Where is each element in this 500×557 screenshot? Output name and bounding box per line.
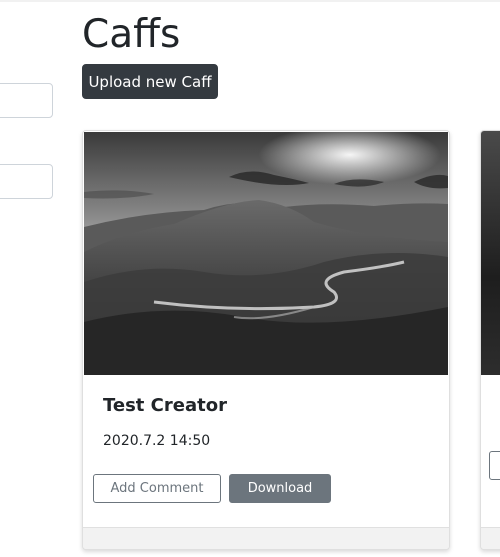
add-comment-button[interactable]: Add Comment xyxy=(93,474,221,503)
upload-new-caff-button[interactable]: Upload new Caff xyxy=(82,64,218,99)
card-footer-partial xyxy=(481,527,500,549)
add-comment-button-partial[interactable] xyxy=(489,451,500,480)
card-date: 2020.7.2 14:50 xyxy=(103,433,211,449)
page-title: Caffs xyxy=(82,12,181,57)
card-footer xyxy=(83,527,449,549)
filter-input-2[interactable] xyxy=(0,164,53,199)
landscape-preview-image-partial[interactable] xyxy=(481,131,500,375)
download-button[interactable]: Download xyxy=(229,474,331,503)
card-creator: Test Creator xyxy=(103,395,227,416)
filter-input-1[interactable] xyxy=(0,83,53,118)
landscape-preview-image[interactable] xyxy=(84,132,448,375)
caff-card: Test Creator 2020.7.2 14:50 Add Comment … xyxy=(82,130,450,550)
top-strip xyxy=(0,0,500,2)
caff-card-partial xyxy=(480,130,500,550)
